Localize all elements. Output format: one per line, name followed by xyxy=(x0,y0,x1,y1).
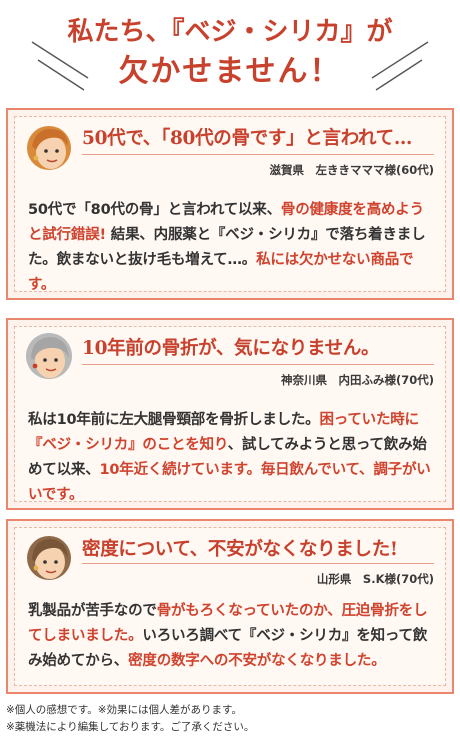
body-text: 乳製品が苦手なので xyxy=(28,603,157,619)
testimonial-headline: 50代で、「80代の骨です」と言われて… xyxy=(82,128,413,149)
testimonial-body: 乳製品が苦手なので骨がもろくなっていたのか、圧迫骨折をしてしまいました。いろいろ… xyxy=(28,599,436,674)
footnote-line-2: ※薬機法により編集しております。ご了承ください。 xyxy=(6,721,255,733)
woman-face-icon xyxy=(27,126,71,170)
testimonial-body: 私は10年前に左大腿骨頸部を骨折しました。困っていた時に『ベジ・シリカ』のことを… xyxy=(28,408,436,508)
testimonial-body: 50代で「80代の骨」と言われて以来、骨の健康度を高めようと試行錯誤! 結果、内… xyxy=(28,198,436,298)
elderly-woman-face-icon xyxy=(26,333,72,379)
testimonial-headline: 10年前の骨折が、気になりません。 xyxy=(82,338,380,359)
decorative-lines-left xyxy=(31,41,89,91)
body-text: 私は10年前に左大腿骨頸部を骨折しました。 xyxy=(28,412,320,428)
woman-face-icon xyxy=(27,536,71,580)
page-title: 私たち、『ベジ・シリカ』が 欠かせません！ xyxy=(0,4,460,104)
footnote-line-1: ※個人の感想です。※効果には個人差があります。 xyxy=(6,704,242,716)
divider xyxy=(82,154,434,155)
testimonial-author: 滋賀県 左ききマママ様(60代) xyxy=(269,163,434,177)
footnotes: ※個人の感想です。※効果には個人差があります。 ※薬機法により編集しております。… xyxy=(6,702,456,736)
decorative-lines-right xyxy=(371,41,429,91)
testimonial-card-2: 10年前の骨折が、気になりません。 神奈川県 内田ふみ様(70代) 私は10年前… xyxy=(6,318,454,510)
divider xyxy=(82,563,434,564)
divider xyxy=(82,364,434,365)
testimonial-author: 山形県 S.K様(70代) xyxy=(316,572,434,586)
body-text: 50代で「80代の骨」と言われて以来、 xyxy=(28,202,281,218)
testimonial-author: 神奈川県 内田ふみ様(70代) xyxy=(280,373,434,387)
testimonial-card-3: 密度について、不安がなくなりました! 山形県 S.K様(70代) 乳製品が苦手な… xyxy=(6,519,454,694)
body-highlight: 密度の数字への不安がなくなりました。 xyxy=(128,653,386,669)
testimonial-headline: 密度について、不安がなくなりました! xyxy=(82,539,398,560)
testimonial-card-1: 50代で、「80代の骨です」と言われて… 滋賀県 左ききマママ様(60代) 50… xyxy=(6,108,454,300)
